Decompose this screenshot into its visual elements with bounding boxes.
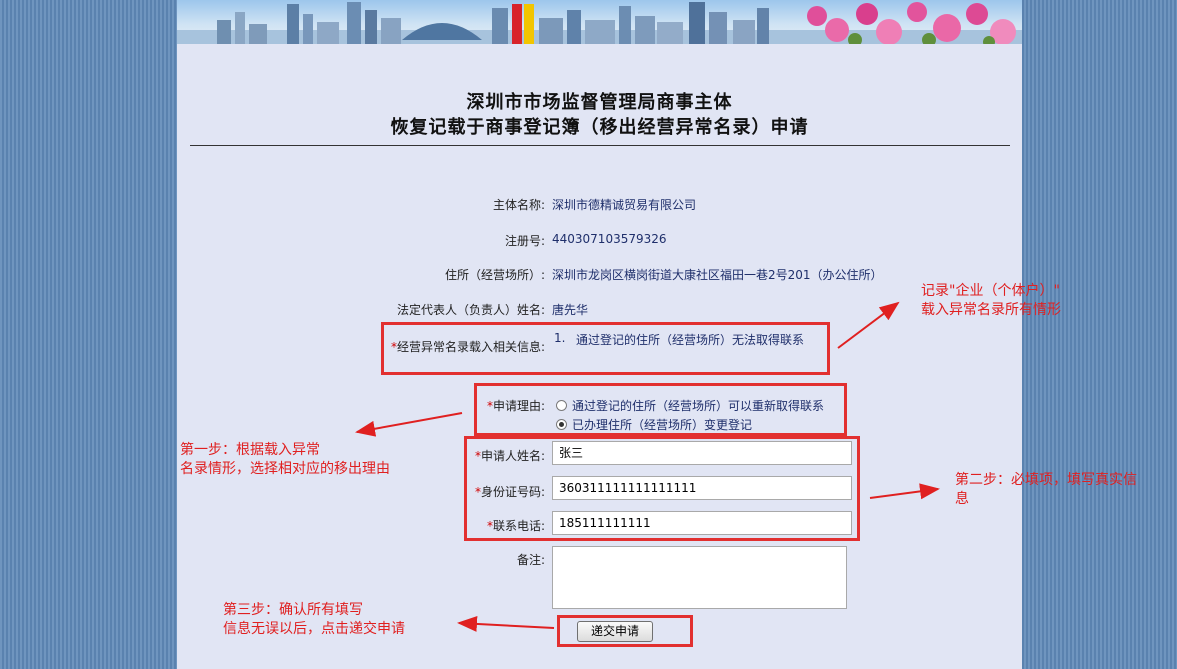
arrow-to-abnormal-info (837, 301, 900, 349)
arrow-to-required-fields (869, 483, 940, 500)
arrow-to-submit (457, 615, 555, 632)
annotation-arrows (355, 301, 940, 632)
arrow-to-reason (355, 412, 463, 437)
